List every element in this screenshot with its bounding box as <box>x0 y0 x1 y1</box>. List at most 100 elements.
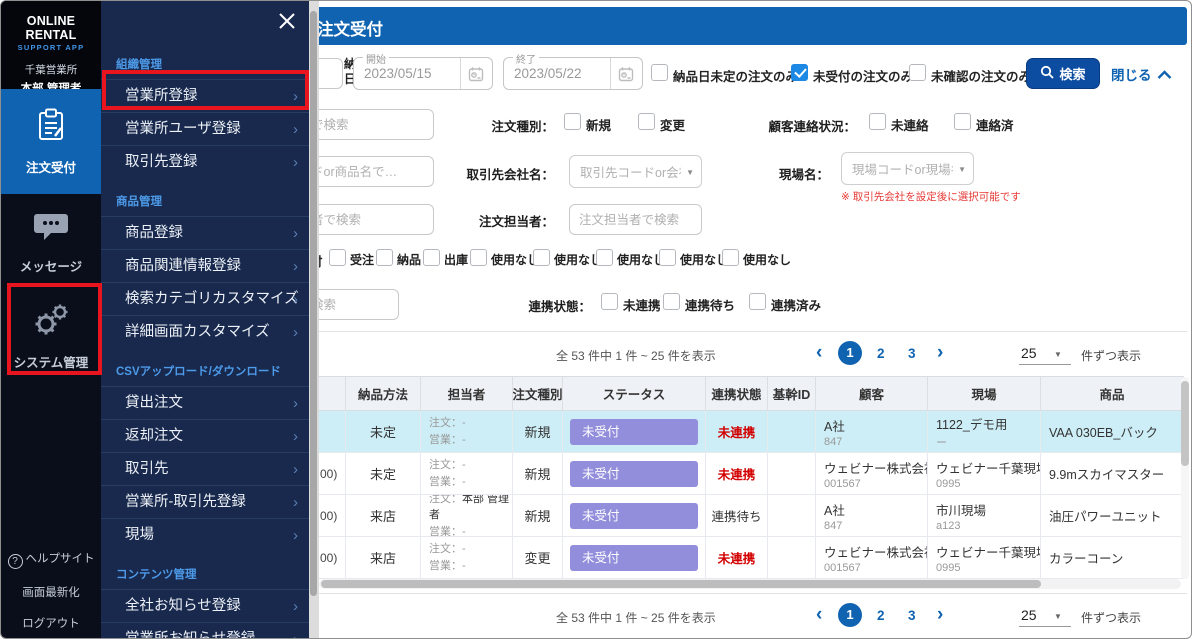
caret-down-icon[interactable]: ▼ <box>1054 612 1062 621</box>
prev-page-arrow[interactable]: ‹ <box>816 343 822 362</box>
checkbox-label-unconfirmed-only[interactable]: 未確認の注文のみ <box>931 66 1031 85</box>
help-site-link[interactable]: ? ヘルプサイト <box>1 550 101 569</box>
checkbox-link-waiting[interactable] <box>663 293 680 310</box>
checkbox-label-no-delivery-date[interactable]: 納品日未定の注文のみ <box>673 66 798 85</box>
hidden-filter-input-3[interactable] <box>301 156 434 187</box>
search-button[interactable]: 検索 <box>1026 58 1100 89</box>
close-icon[interactable] <box>277 11 297 31</box>
checkbox-label-status[interactable]: 使用なし <box>680 251 728 268</box>
sidebar-item-orders[interactable]: 注文受付 <box>1 89 101 194</box>
checkbox-label-status[interactable]: 使用なし <box>491 251 539 268</box>
page-3[interactable]: 3 <box>908 346 916 361</box>
refresh-screen-link[interactable]: 画面最新化 <box>1 584 101 600</box>
checkbox-status-nohin[interactable] <box>376 249 393 266</box>
checkbox-label-link-waiting[interactable]: 連携待ち <box>685 295 735 314</box>
checkbox-label-order-change[interactable]: 変更 <box>660 115 685 134</box>
checkbox-no-delivery-date[interactable] <box>651 64 668 81</box>
checkbox-status-unused-2[interactable] <box>533 249 550 266</box>
checkbox-label-link-none[interactable]: 未連携 <box>623 295 661 314</box>
cell-delivery: 未定 <box>346 453 421 495</box>
next-page-arrow[interactable]: › <box>937 605 943 624</box>
checkbox-status-unused-5[interactable] <box>722 249 739 266</box>
status-badge: 未受付 <box>570 460 698 487</box>
checkbox-order-change[interactable] <box>638 113 655 130</box>
hidden-filter-input-4[interactable] <box>301 204 434 235</box>
menu-scrollbar[interactable] <box>309 1 319 638</box>
menu-item-office-user-register[interactable]: 営業所ユーザ登録 <box>101 112 309 146</box>
table-row[interactable]: 00) 未定 注文：- 営業：- 新規 未受付 未連携 ウェビナー株式会社 00… <box>319 453 1184 495</box>
checkbox-link-none[interactable] <box>601 293 618 310</box>
horizontal-scrollbar[interactable] <box>319 579 1181 589</box>
checkbox-link-done[interactable] <box>749 293 766 310</box>
prev-page-arrow[interactable]: ‹ <box>816 605 822 624</box>
menu-item-office-notice-register[interactable]: 営業所お知らせ登録 <box>101 622 309 638</box>
menu-item-office-client-register[interactable]: 営業所-取引先登録 <box>101 485 309 519</box>
menu-item-return-order[interactable]: 返却注文 <box>101 419 309 453</box>
horizontal-scrollbar-thumb[interactable] <box>321 580 1041 588</box>
checkbox-label-status[interactable]: 出庫 <box>444 251 468 268</box>
date-start-float-label: 開始 <box>363 51 389 66</box>
menu-scrollbar-thumb[interactable] <box>310 11 317 596</box>
table-row[interactable]: 00) 来店 注文：本部 管理者 営業：- 新規 未受付 連携待ち A社 847… <box>319 495 1184 537</box>
menu-item-company-notice-register[interactable]: 全社お知らせ登録 <box>101 589 309 623</box>
checkbox-unaccepted-only[interactable] <box>791 64 808 81</box>
hidden-filter-input-2[interactable] <box>301 109 434 140</box>
checkbox-label-status[interactable]: 受注 <box>350 251 374 268</box>
menu-item-product-register[interactable]: 商品登録 <box>101 216 309 250</box>
menu-item-search-category-customize[interactable]: 検索カテゴリカスタマイズ <box>101 282 309 316</box>
table-vertical-scrollbar[interactable] <box>1181 377 1189 579</box>
client-company-select[interactable]: 取引先コードor会社で… <box>569 155 702 188</box>
menu-item-site[interactable]: 現場 <box>101 518 309 552</box>
checkbox-status-unused-3[interactable] <box>596 249 613 266</box>
checkbox-label-order-new[interactable]: 新規 <box>586 115 611 134</box>
col-site: 現場 <box>928 377 1041 410</box>
logo-line-2: SUPPORT APP <box>17 43 85 52</box>
checkbox-label-status[interactable]: 使用なし <box>554 251 602 268</box>
caret-down-icon[interactable]: ▼ <box>1054 350 1062 359</box>
sidebar-item-messages[interactable]: メッセージ <box>1 194 101 290</box>
order-staff-input[interactable] <box>569 204 702 235</box>
site-name-select[interactable]: 現場コードor現場名で… <box>841 152 974 185</box>
page-size-select[interactable]: 25 <box>1021 607 1037 623</box>
calendar-icon[interactable] <box>610 58 641 89</box>
table-vertical-scrollbar-thumb[interactable] <box>1181 381 1189 466</box>
next-page-arrow[interactable]: › <box>937 343 943 362</box>
cell-status: 未受付 <box>563 453 706 495</box>
checkbox-label-not-contacted[interactable]: 未連絡 <box>891 115 929 134</box>
chevron-up-icon[interactable] <box>1157 67 1172 85</box>
checkbox-status-unused-4[interactable] <box>659 249 676 266</box>
checkbox-status-juchu[interactable] <box>329 249 346 266</box>
sidebar-item-system-admin[interactable]: システム管理 <box>1 290 101 383</box>
checkbox-label-contacted[interactable]: 連絡済 <box>976 115 1014 134</box>
checkbox-not-contacted[interactable] <box>869 113 886 130</box>
checkbox-label-unaccepted-only[interactable]: 未受付の注文のみ <box>813 66 913 85</box>
menu-item-detail-screen-customize[interactable]: 詳細画面カスタマイズ <box>101 315 309 349</box>
menu-item-rental-order[interactable]: 貸出注文 <box>101 386 309 420</box>
checkbox-status-shukko[interactable] <box>423 249 440 266</box>
menu-item-product-info-register[interactable]: 商品関連情報登録 <box>101 249 309 283</box>
menu-item-client-register[interactable]: 取引先登録 <box>101 145 309 179</box>
table-row[interactable]: 未定 注文：- 営業：- 新規 未受付 未連携 A社 847 1122_デモ用 … <box>319 411 1184 453</box>
close-panel-link[interactable]: 閉じる <box>1111 64 1152 84</box>
col-delivery-method: 納品方法 <box>346 377 421 410</box>
page-2[interactable]: 2 <box>877 346 885 361</box>
checkbox-unconfirmed-only[interactable] <box>909 64 926 81</box>
menu-item-office-register[interactable]: 営業所登録 <box>101 79 309 113</box>
checkbox-order-new[interactable] <box>564 113 581 130</box>
table-row[interactable]: 00) 来店 注文：- 営業：- 変更 未受付 未連携 ウェビナー株式会社 00… <box>319 537 1184 579</box>
checkbox-label-status[interactable]: 納品 <box>397 251 421 268</box>
calendar-icon[interactable] <box>460 58 491 89</box>
page-1-current[interactable]: 1 <box>838 603 862 627</box>
menu-item-client[interactable]: 取引先 <box>101 452 309 486</box>
checkbox-label-status[interactable]: 使用なし <box>617 251 665 268</box>
page-1-current[interactable]: 1 <box>838 341 862 365</box>
checkbox-label-link-done[interactable]: 連携済み <box>771 295 821 314</box>
site-name-placeholder: 現場コードor現場名で… <box>852 163 953 177</box>
logout-link[interactable]: ログアウト <box>1 615 101 631</box>
page-size-select[interactable]: 25 <box>1021 345 1037 361</box>
checkbox-label-status[interactable]: 使用なし <box>743 251 791 268</box>
page-2[interactable]: 2 <box>877 608 885 623</box>
page-3[interactable]: 3 <box>908 608 916 623</box>
checkbox-contacted[interactable] <box>954 113 971 130</box>
checkbox-status-unused-1[interactable] <box>470 249 487 266</box>
